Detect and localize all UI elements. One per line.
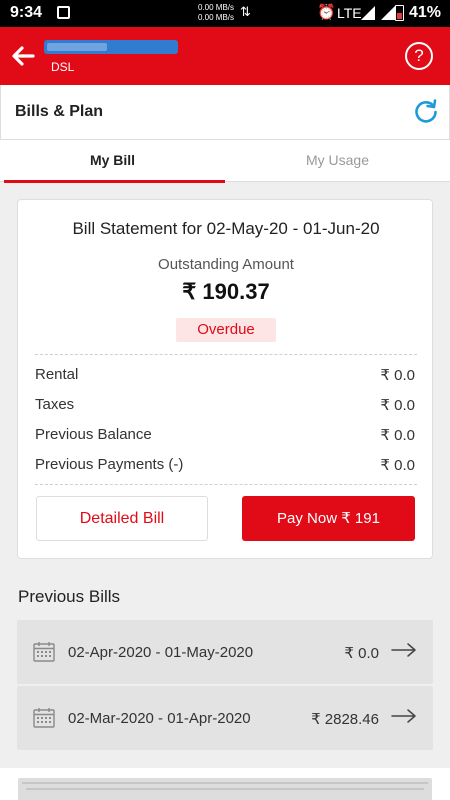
refresh-icon[interactable]	[411, 96, 441, 126]
pay-now-button[interactable]: Pay Now ₹ 191	[242, 496, 415, 541]
outstanding-amount: ₹ 190.37	[182, 279, 270, 304]
page-title: Bills & Plan	[15, 103, 104, 120]
status-time: 9:34	[10, 4, 43, 21]
outstanding-label: Outstanding Amount	[158, 256, 294, 273]
signal-icon	[381, 6, 395, 20]
status-badge: Overdue	[176, 318, 276, 342]
help-icon[interactable]: ?	[405, 42, 433, 70]
battery-percent: 41%	[409, 4, 442, 21]
speed-down: 0.00 MB/s	[198, 13, 235, 22]
calendar-icon	[33, 707, 55, 728]
bill-period: 02-Apr-2020 - 01-May-2020	[68, 644, 254, 661]
detailed-bill-button[interactable]: Detailed Bill	[36, 496, 208, 541]
previous-bill-row[interactable]: 02-Mar-2020 - 01-Apr-2020 ₹ 2828.46	[17, 686, 433, 750]
account-type: DSL	[51, 60, 75, 74]
previous-payments-label: Previous Payments (-)	[35, 456, 184, 473]
tab-my-bill[interactable]: My Bill	[0, 140, 225, 183]
divider	[35, 354, 417, 355]
bill-amount: ₹ 2828.46	[311, 711, 379, 728]
rental-label: Rental	[35, 366, 79, 383]
battery-icon	[395, 5, 404, 21]
network-speed: 0.00 MB/s 0.00 MB/s	[198, 3, 234, 23]
bill-statement-title: Bill Statement for 02-May-20 - 01-Jun-20	[72, 219, 380, 238]
data-arrows-icon: ⇅	[240, 4, 251, 19]
back-arrow-icon[interactable]	[8, 41, 38, 71]
previous-bill-row[interactable]: 02-Apr-2020 - 01-May-2020 ₹ 0.0	[17, 620, 433, 684]
previous-balance-label: Previous Balance	[35, 426, 152, 443]
rental-value: ₹ 0.0	[380, 367, 415, 384]
arrow-right-icon	[391, 708, 417, 724]
previous-bills-heading: Previous Bills	[18, 587, 121, 606]
tab-my-usage[interactable]: My Usage	[225, 140, 450, 182]
status-bar: 9:34 0.00 MB/s 0.00 MB/s ⇅ ⏰ LTE 41%	[0, 0, 450, 27]
bill-card: Bill Statement for 02-May-20 - 01-Jun-20…	[17, 199, 433, 559]
previous-balance-value: ₹ 0.0	[380, 427, 415, 444]
section-header: Bills & Plan	[0, 85, 450, 140]
bill-period: 02-Mar-2020 - 01-Apr-2020	[68, 710, 251, 727]
app-bar: DSL ?	[0, 27, 450, 85]
app-notification-icon	[57, 6, 70, 19]
bottom-content-peek	[0, 768, 450, 800]
arrow-right-icon	[391, 642, 417, 658]
speed-up: 0.00 MB/s	[198, 3, 235, 12]
taxes-label: Taxes	[35, 396, 75, 413]
alarm-icon: ⏰	[317, 4, 336, 21]
divider	[35, 484, 417, 485]
network-type: LTE	[337, 5, 362, 21]
bill-amount: ₹ 0.0	[344, 645, 379, 662]
calendar-icon	[33, 641, 55, 662]
signal-icon	[361, 6, 375, 20]
previous-payments-value: ₹ 0.0	[380, 457, 415, 474]
tab-bar: My Bill My Usage	[0, 140, 450, 183]
document-stack-graphic	[18, 778, 432, 800]
account-name-redacted	[44, 40, 178, 54]
taxes-value: ₹ 0.0	[380, 397, 415, 414]
